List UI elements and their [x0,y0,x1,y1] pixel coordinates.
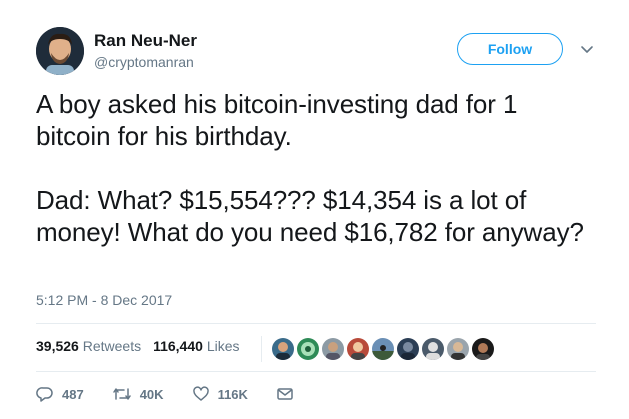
reply-button[interactable]: 487 [36,386,84,402]
heart-icon [192,386,209,401]
retweets-stat[interactable]: 39,526 Retweets [36,338,141,355]
like-button[interactable]: 116K [192,386,248,402]
divider [36,323,596,324]
liker-avatar[interactable] [422,338,444,360]
tweet-paragraph: Dad: What? $15,554??? $14,354 is a lot o… [36,185,584,247]
reply-icon [36,387,53,402]
tweet-stats: 39,526 Retweets 116,440 Likes [36,338,252,355]
likers-avatars [261,336,497,362]
liker-avatar[interactable] [297,338,319,360]
reply-count: 487 [62,386,84,402]
retweet-icon [112,388,131,400]
liker-avatar[interactable] [322,338,344,360]
author-name[interactable]: Ran Neu-Ner [94,31,197,51]
tweet-timestamp[interactable]: 5:12 PM - 8 Dec 2017 [36,292,172,309]
author-handle[interactable]: @cryptomanran [94,54,194,71]
tweet-text: A boy asked his bitcoin-investing dad fo… [36,88,596,248]
like-count: 116K [217,386,248,402]
retweet-button[interactable]: 40K [112,386,164,402]
liker-avatar[interactable] [272,338,294,360]
direct-message-button[interactable] [276,386,302,402]
divider [36,371,596,372]
chevron-down-icon[interactable] [580,42,594,56]
likes-count: 116,440 [153,338,203,354]
author-avatar[interactable] [36,27,84,75]
retweets-label: Retweets [82,338,142,354]
likes-label: Likes [206,338,240,354]
liker-avatar[interactable] [372,338,394,360]
liker-avatar[interactable] [447,338,469,360]
liker-avatar[interactable] [472,338,494,360]
likes-stat[interactable]: 116,440 Likes [153,338,239,355]
follow-button[interactable]: Follow [457,33,563,65]
liker-avatar[interactable] [347,338,369,360]
tweet-paragraph: A boy asked his bitcoin-investing dad fo… [36,89,518,151]
message-icon [277,388,293,400]
retweet-count: 40K [139,386,164,402]
tweet-actions: 487 40K 116K [36,386,330,402]
liker-avatar[interactable] [397,338,419,360]
retweets-count: 39,526 [36,338,79,354]
